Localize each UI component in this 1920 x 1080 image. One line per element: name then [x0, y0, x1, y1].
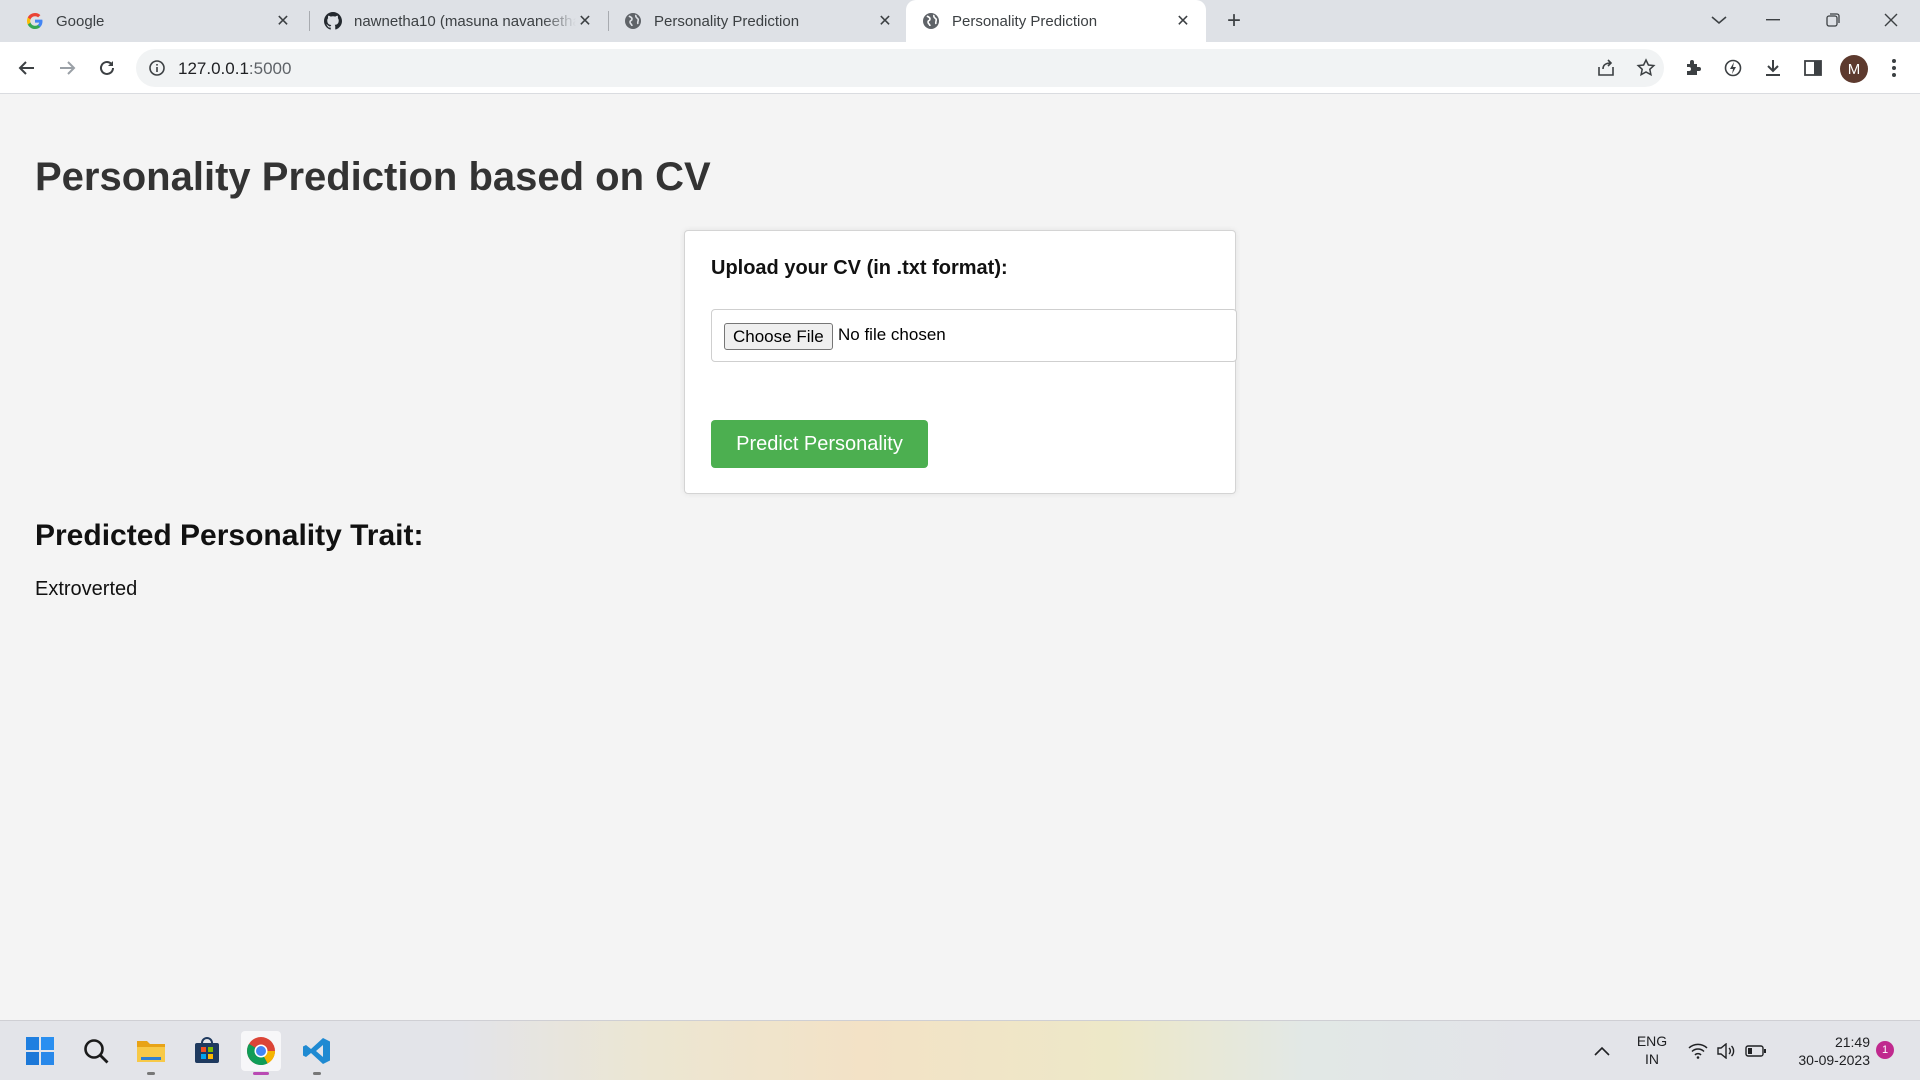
tab-title: Personality Prediction [952, 12, 1098, 30]
tab-personality-prediction-active[interactable]: Personality Prediction ✕ [906, 0, 1206, 42]
side-panel-icon[interactable] [1799, 54, 1827, 82]
share-icon[interactable] [1592, 54, 1620, 82]
upload-label: Upload your CV (in .txt format): [711, 257, 1008, 279]
close-tab-icon[interactable]: ✕ [274, 12, 292, 30]
search-icon[interactable] [76, 1031, 116, 1071]
reload-button[interactable] [91, 52, 123, 84]
menu-kebab-icon[interactable] [1880, 54, 1908, 82]
globe-icon [922, 12, 940, 30]
upload-form-card: Upload your CV (in .txt format): Choose … [684, 230, 1237, 494]
github-icon [324, 12, 342, 30]
google-g-icon [26, 12, 44, 30]
result-heading: Predicted Personality Trait: [35, 519, 424, 552]
restore-button[interactable] [1810, 0, 1856, 40]
result-value: Extroverted [35, 578, 138, 600]
clock[interactable]: 21:49 30-09-2023 [1780, 1033, 1870, 1069]
bookmark-star-icon[interactable] [1632, 54, 1660, 82]
active-indicator [253, 1072, 269, 1075]
minimize-button[interactable] [1750, 0, 1796, 40]
performance-icon[interactable] [1719, 54, 1747, 82]
clock-date: 30-09-2023 [1798, 1052, 1870, 1068]
browser-toolbar: 127.0.0.1:5000 M [0, 42, 1920, 94]
choose-file-button[interactable]: Choose File [724, 323, 833, 350]
running-indicator [313, 1072, 321, 1075]
tab-divider [608, 11, 609, 31]
taskbar: ENG IN 21:49 30-09-2023 [0, 1020, 1920, 1080]
notification-badge[interactable]: 1 [1876, 1041, 1894, 1059]
predict-personality-button[interactable]: Predict Personality [711, 420, 928, 468]
url-port: :5000 [248, 59, 292, 78]
running-indicator [147, 1072, 155, 1075]
new-tab-button[interactable]: + [1220, 7, 1248, 35]
tab-github[interactable]: nawnetha10 (masuna navaneetha) ✕ [310, 0, 608, 42]
url-text: 127.0.0.1:5000 [178, 59, 291, 79]
url-host: 127.0.0.1 [178, 59, 249, 78]
globe-icon [624, 12, 642, 30]
close-tab-icon[interactable]: ✕ [876, 12, 894, 30]
language-code: ENG [1636, 1033, 1668, 1049]
page-title: Personality Prediction based on CV [35, 155, 711, 199]
tab-search-icon[interactable] [1696, 0, 1742, 40]
close-tab-icon[interactable]: ✕ [1174, 12, 1192, 30]
forward-button[interactable] [51, 52, 83, 84]
tab-strip: Google ✕ nawnetha10 (masuna navaneetha) … [0, 0, 1920, 42]
profile-avatar[interactable]: M [1840, 55, 1868, 83]
download-icon[interactable] [1759, 54, 1787, 82]
file-status-text: No file chosen [838, 325, 946, 344]
tab-personality-prediction[interactable]: Personality Prediction ✕ [610, 0, 908, 42]
address-bar[interactable]: 127.0.0.1:5000 [136, 49, 1664, 87]
battery-icon[interactable] [1740, 1031, 1772, 1071]
language-region: IN [1645, 1051, 1659, 1067]
file-explorer-icon[interactable] [131, 1031, 171, 1075]
windows-start-icon[interactable] [20, 1031, 60, 1071]
microsoft-store-icon[interactable] [187, 1031, 227, 1071]
clock-time: 21:49 [1834, 1034, 1870, 1050]
close-window-button[interactable] [1868, 0, 1914, 40]
language-indicator[interactable]: ENG IN [1630, 1032, 1674, 1068]
tab-title: Personality Prediction [654, 12, 800, 30]
vscode-icon[interactable] [297, 1031, 337, 1075]
file-input[interactable]: Choose File No file chosen [711, 309, 1237, 362]
tab-google[interactable]: Google ✕ [0, 0, 306, 42]
tab-title: nawnetha10 (masuna navaneetha) [354, 12, 576, 30]
close-tab-icon[interactable]: ✕ [576, 12, 594, 30]
chevron-up-icon[interactable] [1582, 1031, 1622, 1071]
extensions-puzzle-icon[interactable] [1679, 54, 1707, 82]
volume-icon[interactable] [1710, 1031, 1742, 1071]
chrome-icon[interactable] [241, 1031, 281, 1075]
tab-title: Google [56, 12, 105, 30]
back-button[interactable] [11, 52, 43, 84]
site-info-icon[interactable] [148, 59, 166, 77]
